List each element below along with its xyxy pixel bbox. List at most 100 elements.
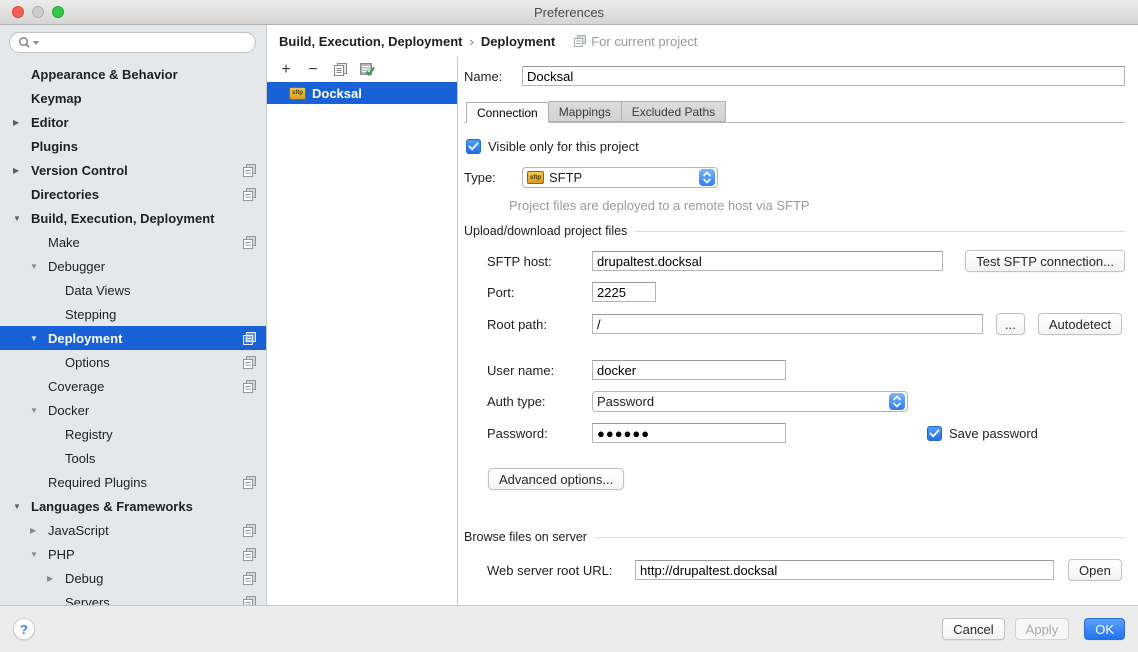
checkmark-icon <box>468 142 479 151</box>
sftp-host-label: SFTP host: <box>487 254 592 269</box>
sidebar-item-stepping[interactable]: Stepping <box>0 302 266 326</box>
sidebar-item-label: Servers <box>65 595 110 606</box>
server-item-docksal[interactable]: sftp Docksal <box>267 82 457 104</box>
chevron-down-icon[interactable]: ▼ <box>30 550 48 559</box>
tab-excluded-paths[interactable]: Excluded Paths <box>622 101 726 122</box>
root-path-label: Root path: <box>487 317 592 332</box>
sidebar-item-build-execution-deployment[interactable]: ▼Build, Execution, Deployment <box>0 206 266 230</box>
ok-button[interactable]: OK <box>1084 618 1125 640</box>
web-root-input[interactable] <box>635 560 1054 580</box>
sidebar-item-label: Editor <box>31 115 69 130</box>
search-input[interactable] <box>41 36 247 50</box>
dropdown-stepper-icon <box>699 169 715 186</box>
root-path-input[interactable] <box>592 314 983 334</box>
test-connection-button[interactable]: Test SFTP connection... <box>965 250 1125 272</box>
sidebar-item-label: Required Plugins <box>48 475 147 490</box>
chevron-down-icon[interactable]: ▼ <box>30 262 48 271</box>
dropdown-stepper-icon <box>889 393 905 410</box>
sidebar-item-label: Stepping <box>65 307 116 322</box>
cancel-button[interactable]: Cancel <box>942 618 1004 640</box>
sidebar-item-plugins[interactable]: Plugins <box>0 134 266 158</box>
minimize-button[interactable] <box>32 6 44 18</box>
search-options-caret-icon[interactable] <box>33 41 39 45</box>
sidebar-item-editor[interactable]: ▶Editor <box>0 110 266 134</box>
chevron-down-icon[interactable]: ▼ <box>30 334 48 343</box>
zoom-button[interactable] <box>52 6 64 18</box>
sidebar-item-deployment[interactable]: ▼Deployment <box>0 326 266 350</box>
servers-list: sftp Docksal <box>267 82 457 605</box>
use-as-default-button[interactable] <box>358 61 376 79</box>
preferences-window: Preferences Appearance & BehaviorKeymap▶… <box>0 0 1138 652</box>
search-icon <box>18 36 31 49</box>
sidebar-item-data-views[interactable]: Data Views <box>0 278 266 302</box>
tab-connection[interactable]: Connection <box>466 102 549 123</box>
scope-indicator: For current project <box>574 34 697 49</box>
sidebar-item-coverage[interactable]: Coverage <box>0 374 266 398</box>
sidebar-item-make[interactable]: Make <box>0 230 266 254</box>
traffic-lights <box>12 6 64 18</box>
advanced-options-button[interactable]: Advanced options... <box>488 468 624 490</box>
sidebar-item-required-plugins[interactable]: Required Plugins <box>0 470 266 494</box>
project-settings-icon <box>243 188 256 201</box>
browse-section-label: Browse files on server <box>464 530 587 544</box>
sidebar-item-servers[interactable]: Servers <box>0 590 266 605</box>
auth-type-value: Password <box>597 394 654 409</box>
apply-button[interactable]: Apply <box>1015 618 1070 640</box>
sidebar-item-options[interactable]: Options <box>0 350 266 374</box>
project-settings-icon <box>243 164 256 177</box>
chevron-down-icon[interactable]: ▼ <box>13 214 31 223</box>
sidebar-item-debug[interactable]: ▶Debug <box>0 566 266 590</box>
breadcrumb-section[interactable]: Build, Execution, Deployment <box>279 34 462 49</box>
sidebar-item-keymap[interactable]: Keymap <box>0 86 266 110</box>
search-box[interactable] <box>9 32 256 53</box>
chevron-right-icon[interactable]: ▶ <box>13 166 31 175</box>
chevron-right-icon[interactable]: ▶ <box>30 526 48 535</box>
tab-bar: Connection Mappings Excluded Paths <box>464 101 1125 123</box>
sidebar-item-label: Directories <box>31 187 99 202</box>
sidebar-item-label: Debug <box>65 571 103 586</box>
save-password-checkbox[interactable] <box>927 426 942 441</box>
tab-mappings[interactable]: Mappings <box>549 101 622 122</box>
close-button[interactable] <box>12 6 24 18</box>
user-name-input[interactable] <box>592 360 786 380</box>
name-input[interactable] <box>522 66 1125 86</box>
sftp-host-input[interactable] <box>592 251 943 271</box>
password-input[interactable] <box>592 423 786 443</box>
project-settings-icon <box>243 332 256 345</box>
copy-server-button[interactable] <box>331 61 349 79</box>
add-server-button[interactable]: + <box>277 61 295 79</box>
sidebar-item-label: Data Views <box>65 283 131 298</box>
sidebar-item-appearance-behavior[interactable]: Appearance & Behavior <box>0 62 266 86</box>
project-settings-icon <box>243 476 256 489</box>
browse-root-button[interactable]: ... <box>996 313 1025 335</box>
chevron-right-icon[interactable]: ▶ <box>47 574 65 583</box>
checkmark-icon <box>929 429 940 438</box>
sidebar-item-tools[interactable]: Tools <box>0 446 266 470</box>
open-url-button[interactable]: Open <box>1068 559 1122 581</box>
project-settings-icon <box>243 596 256 606</box>
remove-server-button[interactable]: − <box>304 61 322 79</box>
help-button[interactable]: ? <box>13 618 35 640</box>
sidebar-item-javascript[interactable]: ▶JavaScript <box>0 518 266 542</box>
autodetect-button[interactable]: Autodetect <box>1038 313 1122 335</box>
sidebar-item-php[interactable]: ▼PHP <box>0 542 266 566</box>
type-select-value: SFTP <box>549 170 582 185</box>
sidebar-item-docker[interactable]: ▼Docker <box>0 398 266 422</box>
chevron-right-icon[interactable]: ▶ <box>13 118 31 127</box>
port-input[interactable] <box>592 282 656 302</box>
type-select[interactable]: sftp SFTP <box>522 167 718 188</box>
visible-only-checkbox[interactable] <box>466 139 481 154</box>
auth-type-select[interactable]: Password <box>592 391 908 412</box>
sidebar-item-label: Registry <box>65 427 113 442</box>
breadcrumb-page: Deployment <box>481 34 555 49</box>
chevron-down-icon[interactable]: ▼ <box>13 502 31 511</box>
sidebar-item-registry[interactable]: Registry <box>0 422 266 446</box>
sidebar-item-directories[interactable]: Directories <box>0 182 266 206</box>
chevron-down-icon[interactable]: ▼ <box>30 406 48 415</box>
sidebar-item-version-control[interactable]: ▶Version Control <box>0 158 266 182</box>
sftp-server-icon: sftp <box>289 87 306 100</box>
user-name-label: User name: <box>487 363 592 378</box>
sidebar-item-label: Version Control <box>31 163 128 178</box>
sidebar-item-languages-frameworks[interactable]: ▼Languages & Frameworks <box>0 494 266 518</box>
sidebar-item-debugger[interactable]: ▼Debugger <box>0 254 266 278</box>
